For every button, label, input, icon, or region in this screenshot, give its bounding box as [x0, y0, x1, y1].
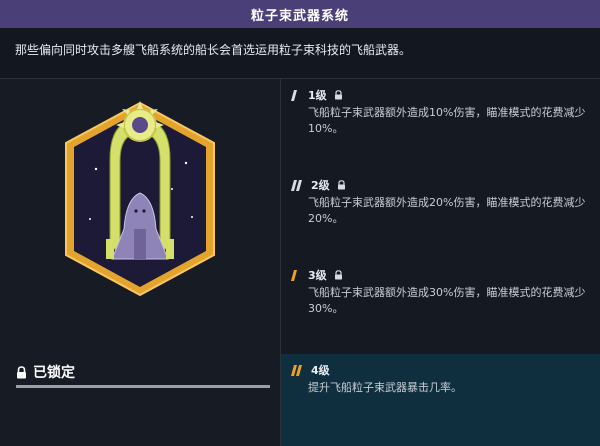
level-label: 3级 [308, 269, 327, 282]
rank-2-icon [291, 179, 302, 191]
window-title: 粒子束武器系统 [250, 8, 349, 24]
rank-1-icon [291, 89, 297, 101]
level-label: 1级 [308, 89, 327, 102]
lock-status: 已锁定 [16, 362, 75, 382]
lock-icon [334, 90, 342, 100]
level-3-row[interactable]: 3级 飞船粒子束武器额外造成30%伤害，瞄准模式的花费减少30%。 [281, 259, 600, 354]
window-title-bar: 粒子束武器系统 [0, 0, 600, 29]
lock-status-label: 已锁定 [33, 365, 75, 381]
level-label: 2级 [311, 179, 330, 192]
rank-4-icon [291, 364, 302, 376]
rank-3-icon [291, 269, 297, 281]
particle-beam-badge-icon [65, 101, 215, 297]
badge-panel: 已锁定 [0, 79, 281, 446]
lock-icon [337, 180, 345, 190]
level-description: 飞船粒子束武器额外造成20%伤害，瞄准模式的花费减少20%。 [308, 196, 586, 225]
description-panel: 那些偏向同时攻击多艘飞船系统的船长会首选运用粒子束科技的飞船武器。 [0, 28, 600, 79]
level-description: 飞船粒子束武器额外造成10%伤害，瞄准模式的花费减少10%。 [308, 106, 586, 135]
level-description: 飞船粒子束武器额外造成30%伤害，瞄准模式的花费减少30%。 [308, 286, 586, 315]
lock-icon [334, 270, 342, 280]
level-description: 提升飞船粒子束武器暴击几率。 [308, 381, 462, 394]
level-4-row[interactable]: 4级 提升飞船粒子束武器暴击几率。 [281, 354, 600, 446]
level-label: 4级 [311, 364, 330, 377]
levels-panel: 1级 飞船粒子束武器额外造成10%伤害，瞄准模式的花费减少10%。 2级 飞船粒… [281, 79, 600, 446]
lock-progress-bar [16, 385, 270, 388]
level-2-row[interactable]: 2级 飞船粒子束武器额外造成20%伤害，瞄准模式的花费减少20%。 [281, 169, 600, 259]
level-1-row[interactable]: 1级 飞船粒子束武器额外造成10%伤害，瞄准模式的花费减少10%。 [281, 79, 600, 169]
description-text: 那些偏向同时攻击多艘飞船系统的船长会首选运用粒子束科技的飞船武器。 [15, 43, 412, 57]
lock-icon [17, 365, 26, 378]
